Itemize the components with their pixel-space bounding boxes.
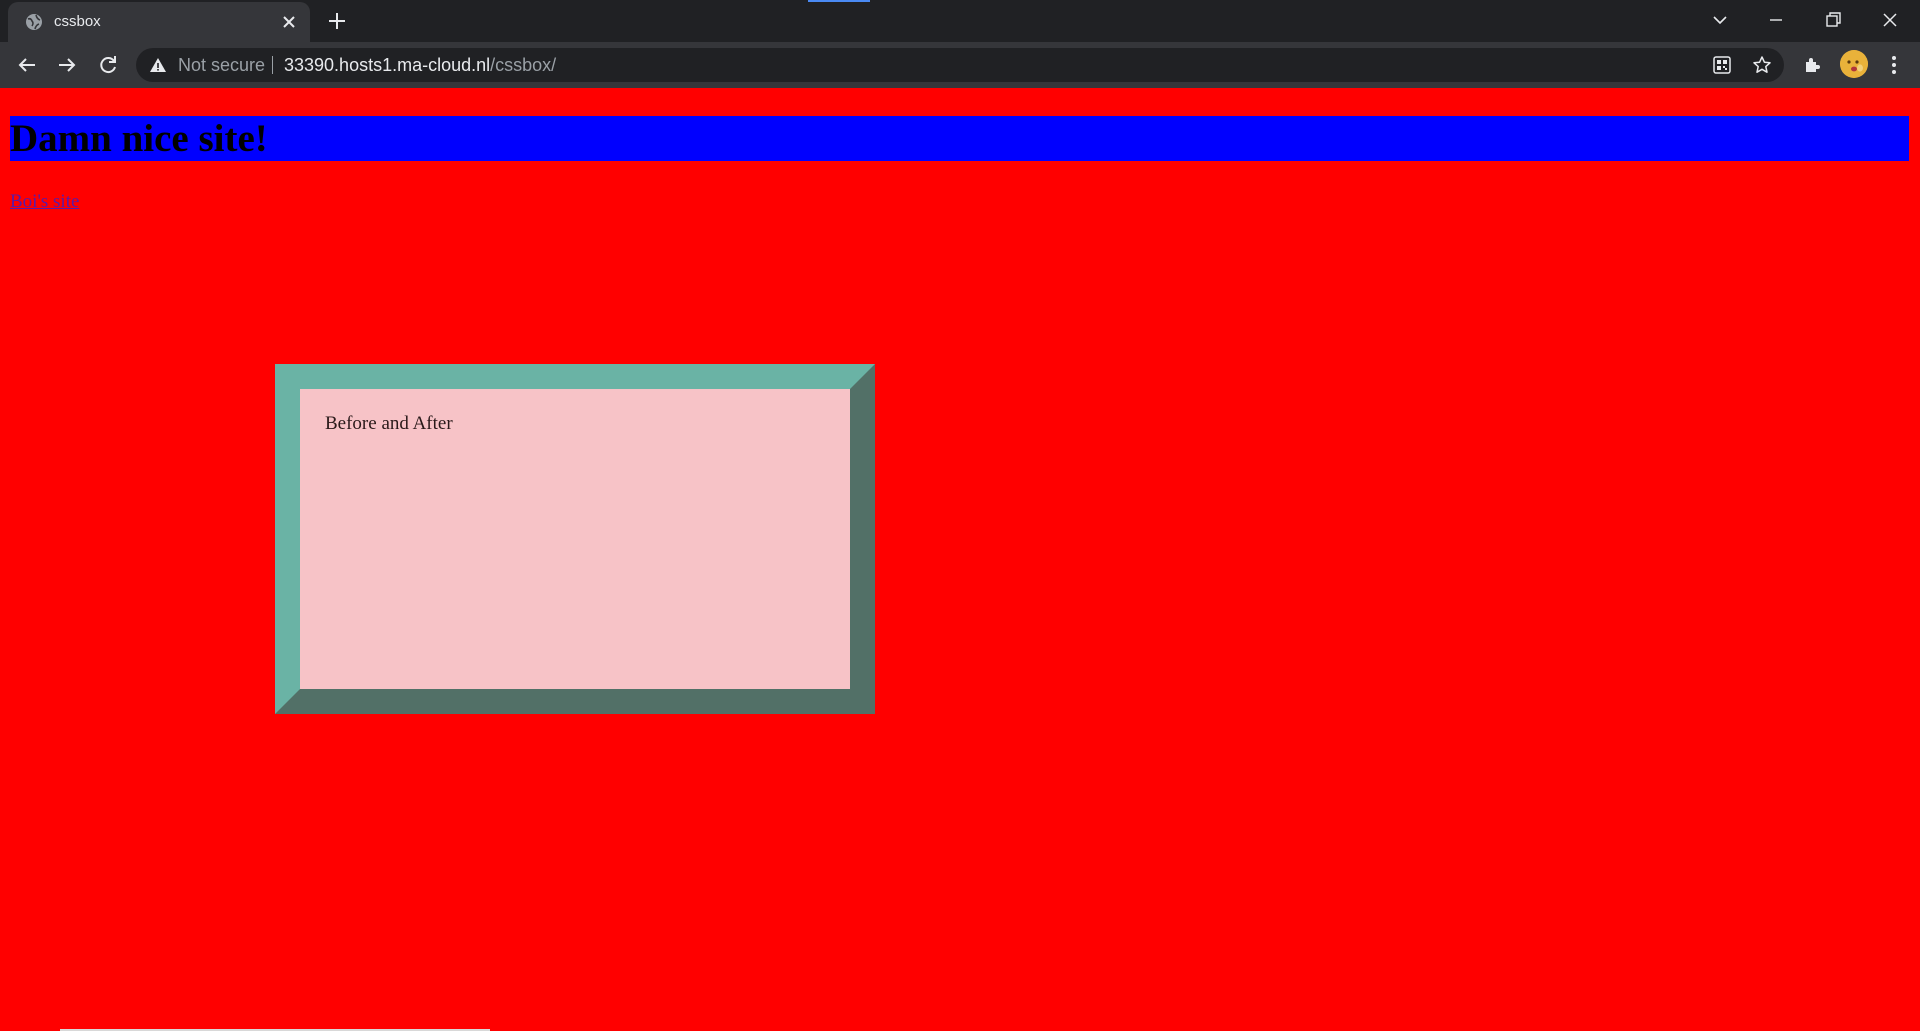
security-label[interactable]: Not secure [178, 56, 265, 74]
bois-site-link[interactable]: Boi's site [10, 191, 79, 213]
new-tab-icon[interactable] [326, 10, 348, 32]
tab-search-chevron-icon[interactable] [1706, 6, 1734, 34]
browser-window: cssbox Not secure 33390.hosts1.ma-cloud.… [0, 0, 1920, 1031]
box-text: Before and After [325, 413, 453, 434]
bookmark-star-icon[interactable] [1752, 55, 1772, 75]
restore-icon[interactable] [1819, 6, 1847, 34]
avatar-face-icon [1840, 50, 1868, 78]
url-path: /cssbox/ [490, 55, 557, 75]
extensions-icon[interactable] [1801, 53, 1825, 77]
back-icon[interactable] [13, 51, 41, 79]
forward-icon[interactable] [53, 51, 81, 79]
tab-cssbox[interactable]: cssbox [8, 2, 310, 42]
omnibox-divider [272, 56, 273, 74]
page-heading: Damn nice site! [10, 116, 1909, 161]
page-viewport: Damn nice site! Boi's site Before and Af… [0, 88, 1920, 1031]
tab-strip: cssbox [0, 0, 1920, 42]
warning-icon[interactable] [149, 57, 167, 73]
close-window-icon[interactable] [1876, 6, 1904, 34]
menu-dots-icon[interactable] [1882, 53, 1906, 77]
reload-icon[interactable] [94, 51, 122, 79]
url-host: 33390.hosts1.ma-cloud.nl [284, 55, 491, 75]
before-after-box: Before and After [275, 364, 875, 714]
tab-title: cssbox [54, 13, 101, 30]
url-text[interactable]: 33390.hosts1.ma-cloud.nl/cssbox/ [284, 56, 556, 74]
close-icon[interactable] [280, 13, 298, 31]
profile-avatar[interactable] [1840, 50, 1868, 78]
drag-indicator [808, 0, 870, 2]
qr-code-icon[interactable] [1712, 55, 1732, 75]
browser-toolbar: Not secure 33390.hosts1.ma-cloud.nl/cssb… [0, 42, 1920, 88]
globe-icon [26, 14, 42, 30]
minimize-icon[interactable] [1762, 6, 1790, 34]
address-bar[interactable]: Not secure 33390.hosts1.ma-cloud.nl/cssb… [136, 48, 1784, 82]
